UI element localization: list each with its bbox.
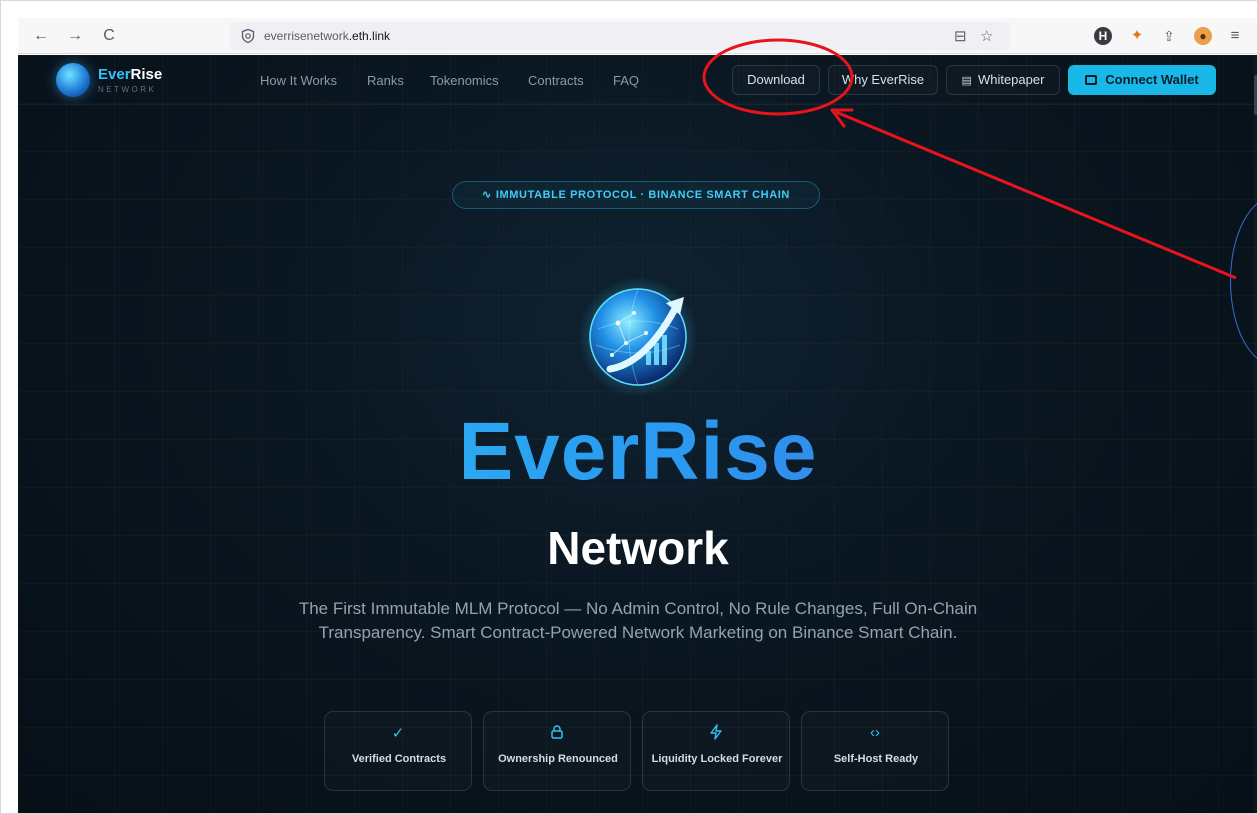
document-icon: ▤	[961, 75, 972, 87]
feature-label: Verified Contracts	[351, 753, 447, 765]
hero-title: EverRise	[18, 405, 1258, 499]
scrollbar-thumb[interactable]	[1254, 75, 1258, 115]
logo-globe-icon[interactable]	[56, 63, 90, 97]
logo-subtitle: NETWORK	[98, 85, 157, 94]
forward-button[interactable]: →	[64, 25, 86, 47]
feature-card-self-host[interactable]: ‹› Self-Host Ready	[801, 711, 949, 791]
website-viewport: EverRise NETWORK How It Works Ranks Toke…	[18, 55, 1258, 814]
hero-globe-icon	[576, 273, 700, 397]
check-icon: ✓	[391, 725, 405, 742]
protocol-badge: ∿ IMMUTABLE PROTOCOL · BINANCE SMART CHAI…	[452, 181, 820, 209]
site-header: EverRise NETWORK How It Works Ranks Toke…	[18, 55, 1258, 105]
logo-name[interactable]: EverRise	[98, 66, 162, 83]
wallet-icon	[1085, 75, 1098, 85]
browser-toolbar: ← → C everrisenetwork.eth.link ⊟ ☆ H ✦ ⇪…	[18, 18, 1258, 54]
lock-icon	[484, 724, 630, 744]
metamask-fox-icon[interactable]: ✦	[1128, 27, 1146, 45]
bookmark-star-icon[interactable]: ☆	[980, 27, 993, 45]
share-icon[interactable]: ⇪	[1160, 27, 1178, 45]
back-button[interactable]: ←	[30, 25, 52, 47]
feature-card-verified[interactable]: ✓ Verified Contracts	[324, 711, 472, 791]
feature-card-liquidity[interactable]: Liquidity Locked Forever	[642, 711, 790, 791]
hero-description: The First Immutable MLM Protocol — No Ad…	[298, 599, 978, 642]
reader-view-icon[interactable]: ⊟	[954, 27, 967, 45]
url-text[interactable]: everrisenetwork.eth.link	[264, 29, 390, 43]
feature-label: Ownership Renounced	[498, 753, 618, 765]
avatar-icon[interactable]: ●	[1194, 27, 1212, 45]
extension-h-icon[interactable]: H	[1094, 27, 1112, 45]
nav-how-it-works[interactable]: How It Works	[260, 73, 337, 88]
code-icon: ‹›	[870, 724, 880, 741]
nav-contracts[interactable]: Contracts	[528, 73, 584, 88]
download-button[interactable]: Download	[732, 65, 820, 95]
connect-wallet-button[interactable]: Connect Wallet	[1068, 65, 1216, 95]
whitepaper-button[interactable]: ▤ Whitepaper	[946, 65, 1060, 95]
nav-faq[interactable]: FAQ	[613, 73, 639, 88]
nav-tokenomics[interactable]: Tokenomics	[430, 73, 499, 88]
pulse-icon: ∿	[482, 189, 492, 201]
why-everrise-button[interactable]: Why EverRise	[828, 65, 938, 95]
screenshot-frame: ← → C everrisenetwork.eth.link ⊟ ☆ H ✦ ⇪…	[0, 0, 1258, 814]
address-bar[interactable]: everrisenetwork.eth.link ⊟ ☆	[230, 22, 1010, 50]
feature-label: Liquidity Locked Forever	[651, 753, 783, 765]
bolt-icon	[643, 724, 789, 744]
hero-subtitle: Network	[547, 522, 729, 574]
menu-icon[interactable]: ≡	[1226, 27, 1244, 45]
reload-button[interactable]: C	[98, 25, 120, 47]
feature-label: Self-Host Ready	[833, 753, 919, 765]
shield-icon[interactable]	[240, 28, 256, 44]
nav-ranks[interactable]: Ranks	[367, 73, 404, 88]
feature-card-ownership[interactable]: Ownership Renounced	[483, 711, 631, 791]
